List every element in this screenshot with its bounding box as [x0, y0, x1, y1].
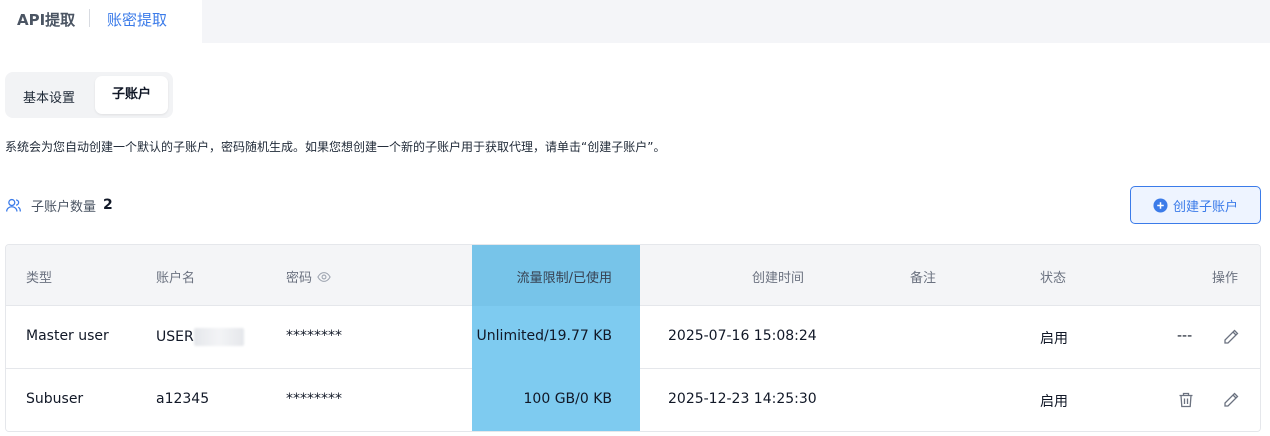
trash-icon[interactable]: [1177, 391, 1195, 409]
count-label: 子账户数量: [31, 199, 97, 215]
segment-basic-settings[interactable]: 基本设置: [23, 87, 75, 106]
tab-account-extract[interactable]: 账密提取: [107, 9, 167, 30]
row1-password: ********: [286, 328, 342, 344]
eye-icon[interactable]: [317, 270, 331, 284]
description-text: 系统会为您自动创建一个默认的子账户，密码随机生成。如果您想创建一个新的子账户用于…: [5, 140, 666, 154]
header-actions: 操作: [1212, 271, 1239, 286]
header-created: 创建时间: [752, 271, 805, 286]
tab-api-extract[interactable]: API提取: [17, 9, 75, 30]
row1-traffic: Unlimited/19.77 KB: [476, 328, 612, 344]
row1-type: Master user: [26, 328, 109, 344]
header-account: 账户名: [156, 271, 196, 286]
count-value: 2: [103, 197, 113, 213]
subaccount-count: 子账户数量 2: [5, 196, 113, 215]
edit-icon[interactable]: [1222, 328, 1240, 346]
top-tab-bar: API提取 账密提取: [0, 0, 1270, 43]
tab-divider: [89, 9, 90, 27]
row2-traffic: 100 GB/0 KB: [523, 391, 612, 407]
header-password: 密码: [286, 267, 331, 286]
users-icon: [6, 198, 21, 212]
row2-status: 启用: [1040, 394, 1068, 410]
row1-created: 2025-07-16 15:08:24: [668, 328, 817, 344]
plus-circle-icon: [1153, 197, 1168, 213]
segment-subaccount[interactable]: 子账户: [95, 76, 168, 114]
header-type: 类型: [26, 271, 53, 286]
header-traffic: 流量限制/已使用: [516, 271, 612, 286]
masked-account: [193, 328, 244, 346]
row2-created: 2025-12-23 14:25:30: [668, 391, 817, 407]
row1-account-text: USER: [156, 329, 194, 345]
row1-account: USER: [156, 328, 244, 346]
header-password-label: 密码: [286, 271, 313, 286]
row2-account: a12345: [156, 391, 210, 407]
row1-status: 启用: [1040, 331, 1068, 347]
row1-no-delete: ---: [1177, 328, 1193, 344]
row2-type: Subuser: [26, 391, 84, 407]
create-subaccount-label: 创建子账户: [1172, 199, 1238, 215]
header-status: 状态: [1040, 271, 1067, 286]
row2-password: ********: [286, 391, 342, 407]
subaccount-table: 类型 账户名 密码 流量限制/已使用 创建时间 备注 状态 操作 Master …: [5, 244, 1261, 432]
create-subaccount-button[interactable]: 创建子账户: [1130, 186, 1261, 224]
header-remark: 备注: [910, 271, 937, 286]
edit-icon[interactable]: [1222, 391, 1240, 409]
settings-segment: 基本设置 子账户: [5, 72, 173, 118]
